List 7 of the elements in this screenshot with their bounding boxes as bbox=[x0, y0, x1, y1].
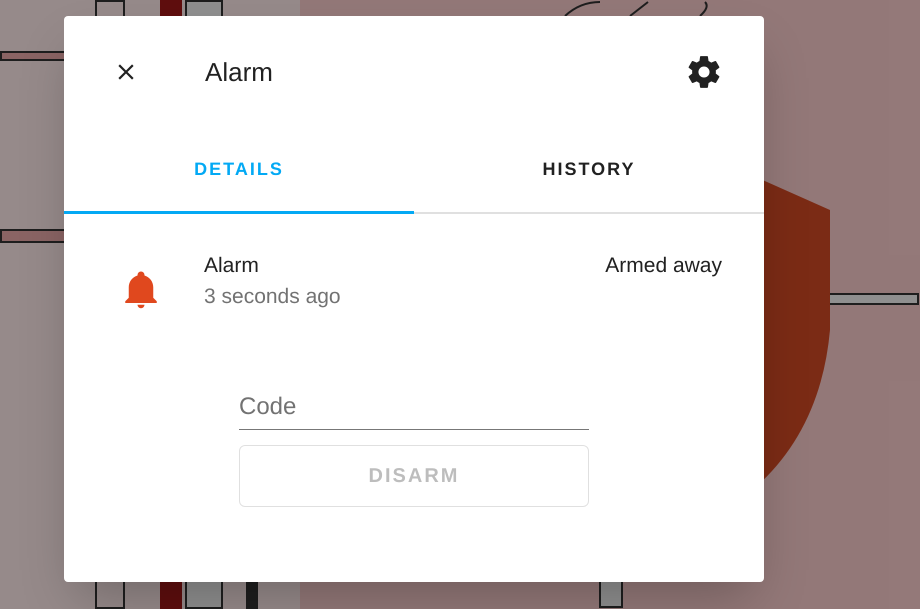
dialog-title: Alarm bbox=[205, 56, 274, 88]
entity-name: Alarm bbox=[204, 253, 260, 279]
code-field[interactable]: Code bbox=[239, 384, 589, 430]
last-changed-text: 3 seconds ago bbox=[204, 284, 342, 310]
tab[interactable]: DETAILS bbox=[64, 128, 414, 214]
entity-state: Armed away bbox=[605, 253, 722, 279]
tab[interactable]: HISTORY bbox=[414, 128, 764, 214]
